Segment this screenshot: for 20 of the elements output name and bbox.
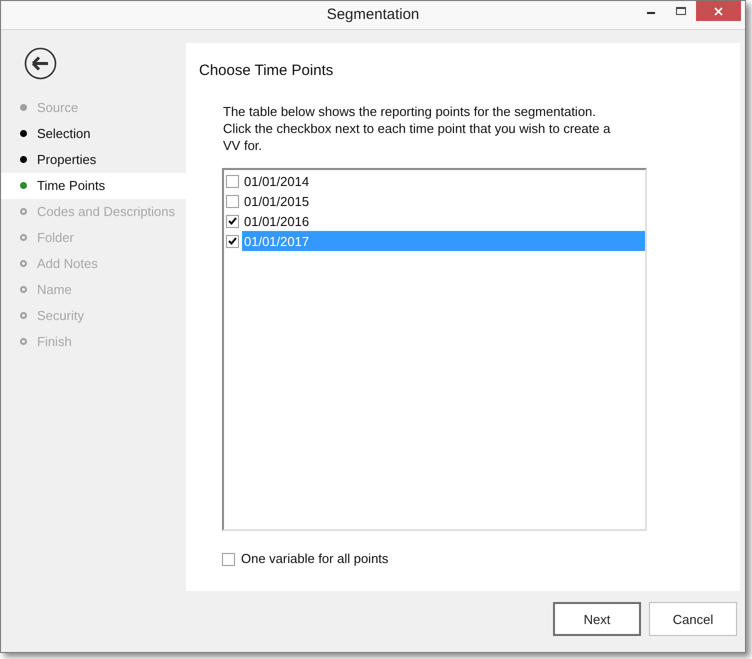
wizard-step[interactable]: Time Points	[1, 172, 186, 199]
time-point-item[interactable]: 01/01/2016	[242, 211, 645, 232]
checkbox[interactable]	[226, 194, 239, 208]
dialog-button[interactable]: Cancel	[649, 602, 737, 636]
checkmark-icon	[228, 237, 237, 246]
checkbox[interactable]	[226, 234, 239, 248]
time-point-item[interactable]: 01/01/2015	[242, 191, 645, 212]
checkbox[interactable]	[226, 174, 239, 188]
dialog-button[interactable]: Next	[553, 602, 641, 636]
close-icon[interactable]	[696, 1, 741, 21]
description-text: The table below shows the reporting points for the segmentation. Click the checkbox next to each time point that you wish to create a VV for.	[223, 103, 612, 154]
window-title: Segmentation	[326, 4, 420, 25]
time-point-item[interactable]: 01/01/2014	[242, 171, 645, 192]
checkbox[interactable]	[222, 552, 235, 566]
checkmark-icon	[228, 217, 237, 226]
wizard-step[interactable]: Properties	[1, 146, 186, 173]
checkbox-label: One variable for all points	[241, 550, 388, 568]
page-heading: Choose Time Points	[199, 60, 334, 81]
wizard-step[interactable]: Selection	[1, 120, 186, 147]
checkbox[interactable]	[226, 214, 239, 228]
